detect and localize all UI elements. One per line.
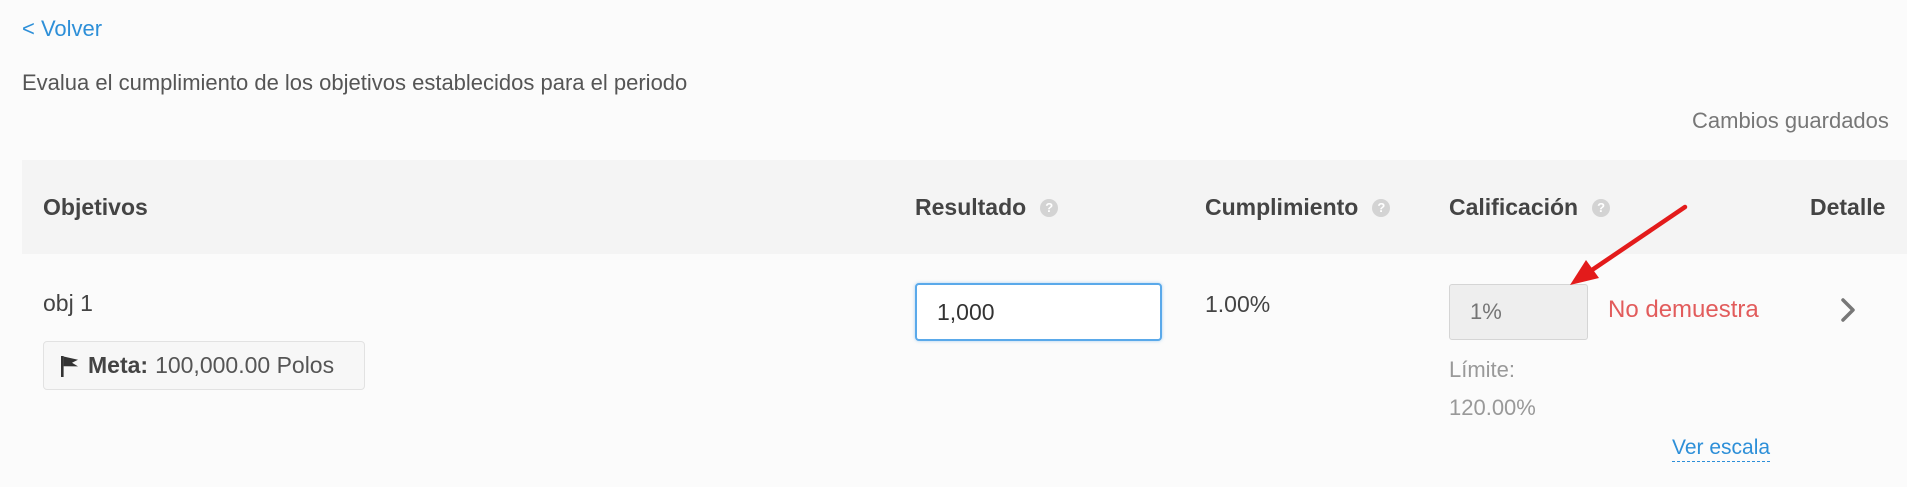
back-link[interactable]: < Volver — [22, 16, 102, 42]
compliance-value: 1.00% — [1205, 291, 1271, 317]
column-header-result: Resultado ? — [915, 194, 1059, 221]
objective-name: obj 1 — [43, 290, 93, 316]
column-header-detail: Detalle — [1810, 194, 1885, 221]
column-header-label: Objetivos — [43, 194, 148, 220]
goal-label: Meta: — [88, 352, 149, 378]
page-subtitle: Evalua el cumplimiento de los objetivos … — [22, 70, 688, 95]
limit-value: 120.00% — [1449, 395, 1536, 420]
column-header-label: Resultado — [915, 194, 1027, 220]
chevron-right-icon[interactable] — [1838, 296, 1858, 329]
column-header-objectives: Objetivos — [43, 194, 148, 221]
flag-icon — [60, 355, 80, 377]
view-scale-link[interactable]: Ver escala — [1672, 435, 1771, 462]
limit-label: Límite: — [1449, 357, 1516, 382]
red-arrow-annotation — [1570, 204, 1688, 285]
goal-value: 100,000.00 Polos — [155, 352, 335, 378]
help-icon[interactable]: ? — [1040, 198, 1059, 217]
column-header-compliance: Cumplimiento ? — [1205, 194, 1391, 221]
result-input[interactable] — [915, 283, 1162, 341]
column-header-label: Detalle — [1810, 194, 1886, 220]
goal-tag: Meta: 100,000.00 Polos — [43, 341, 365, 390]
rating-status: No demuestra — [1608, 296, 1759, 323]
column-header-label: Cumplimiento — [1205, 194, 1359, 220]
help-icon[interactable]: ? — [1372, 198, 1391, 217]
save-status: Cambios guardados — [1692, 108, 1889, 133]
